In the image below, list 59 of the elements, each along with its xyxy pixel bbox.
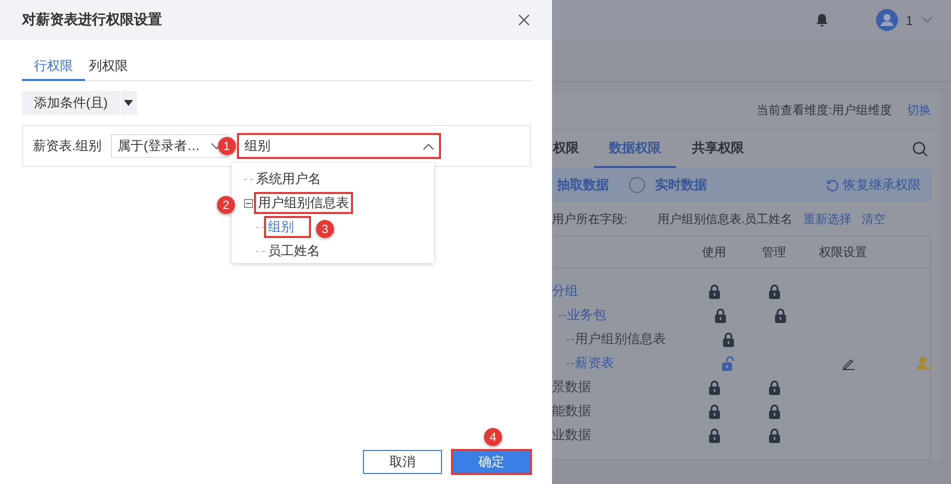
- permission-tab[interactable]: 共享权限: [691, 130, 744, 168]
- condition-field: 薪资表.组别: [33, 137, 102, 155]
- lock-icon[interactable]: [708, 428, 720, 442]
- permission-tab[interactable]: 列权限: [89, 51, 140, 81]
- lock-icon[interactable]: [708, 404, 720, 418]
- extract-data-option[interactable]: 抽取数据: [557, 176, 609, 194]
- radio-button[interactable]: [629, 177, 645, 194]
- lock-icon[interactable]: [708, 284, 720, 298]
- column-header: 权限设置: [818, 244, 868, 261]
- caret-icon: [124, 100, 134, 106]
- realtime-data-option[interactable]: 实时数据: [655, 176, 707, 194]
- callout-badge: 1: [218, 137, 236, 155]
- view-dimension-label: 当前查看维度:用户组维度: [756, 102, 892, 120]
- callout-badge: 2: [217, 196, 235, 214]
- close-icon[interactable]: [518, 14, 530, 26]
- cancel-button[interactable]: 取消: [363, 450, 442, 474]
- lock-icon[interactable]: [774, 308, 786, 322]
- collapse-icon[interactable]: [244, 198, 253, 208]
- lock-icon[interactable]: [768, 284, 780, 298]
- tree-option[interactable]: 用户组别信息表: [255, 193, 352, 213]
- lock-icon[interactable]: [708, 380, 720, 394]
- callout-badge: 4: [484, 428, 502, 446]
- search-icon[interactable]: [912, 141, 928, 158]
- lock-icon[interactable]: [714, 308, 726, 322]
- tree-option[interactable]: 组别: [265, 217, 310, 237]
- tree-option[interactable]: 系统用户名: [253, 169, 324, 189]
- field-label: 用户所在字段:: [552, 210, 628, 228]
- lock-icon[interactable]: [768, 428, 780, 442]
- lock-icon[interactable]: [768, 380, 780, 394]
- field-link[interactable]: 清空: [862, 210, 886, 228]
- permission-tab[interactable]: 权限: [552, 130, 579, 168]
- tree-item[interactable]: 分组: [552, 282, 578, 300]
- field-value: 用户组别信息表.员工姓名: [657, 210, 793, 228]
- field-link[interactable]: 重新选择: [804, 210, 852, 228]
- column-header: 使用: [701, 244, 727, 261]
- tree-item[interactable]: 业务包: [567, 306, 606, 324]
- lock-icon[interactable]: [722, 332, 734, 346]
- confirm-button[interactable]: 确定: [452, 450, 531, 474]
- permission-tab[interactable]: 行权限: [22, 51, 85, 81]
- tree-item[interactable]: 能数据: [552, 402, 591, 420]
- value-select[interactable]: 组别: [238, 134, 440, 158]
- chevron-up-icon: [422, 142, 434, 150]
- switch-link[interactable]: 切换: [907, 102, 931, 120]
- dialog-title: 对薪资表进行权限设置: [22, 11, 162, 29]
- tree-item[interactable]: 业数据: [552, 426, 591, 444]
- lock-icon[interactable]: [768, 404, 780, 418]
- user-name[interactable]: 1: [906, 12, 913, 28]
- column-header: 管理: [761, 244, 787, 261]
- edit-icon[interactable]: [842, 356, 854, 370]
- restore-inherit-button[interactable]: 恢复继承权限: [843, 176, 921, 194]
- callout-badge: 3: [316, 220, 334, 238]
- bell-icon[interactable]: [816, 13, 828, 27]
- tree-item[interactable]: 薪资表: [575, 354, 614, 372]
- add-condition-button[interactable]: 添加条件(且): [22, 91, 120, 115]
- tree-item[interactable]: 用户组别信息表: [575, 330, 666, 348]
- avatar-icon[interactable]: [876, 9, 898, 31]
- dropdown-button[interactable]: [120, 91, 137, 115]
- tree-option[interactable]: 员工姓名: [265, 241, 323, 261]
- tree-item[interactable]: 景数据: [552, 378, 591, 396]
